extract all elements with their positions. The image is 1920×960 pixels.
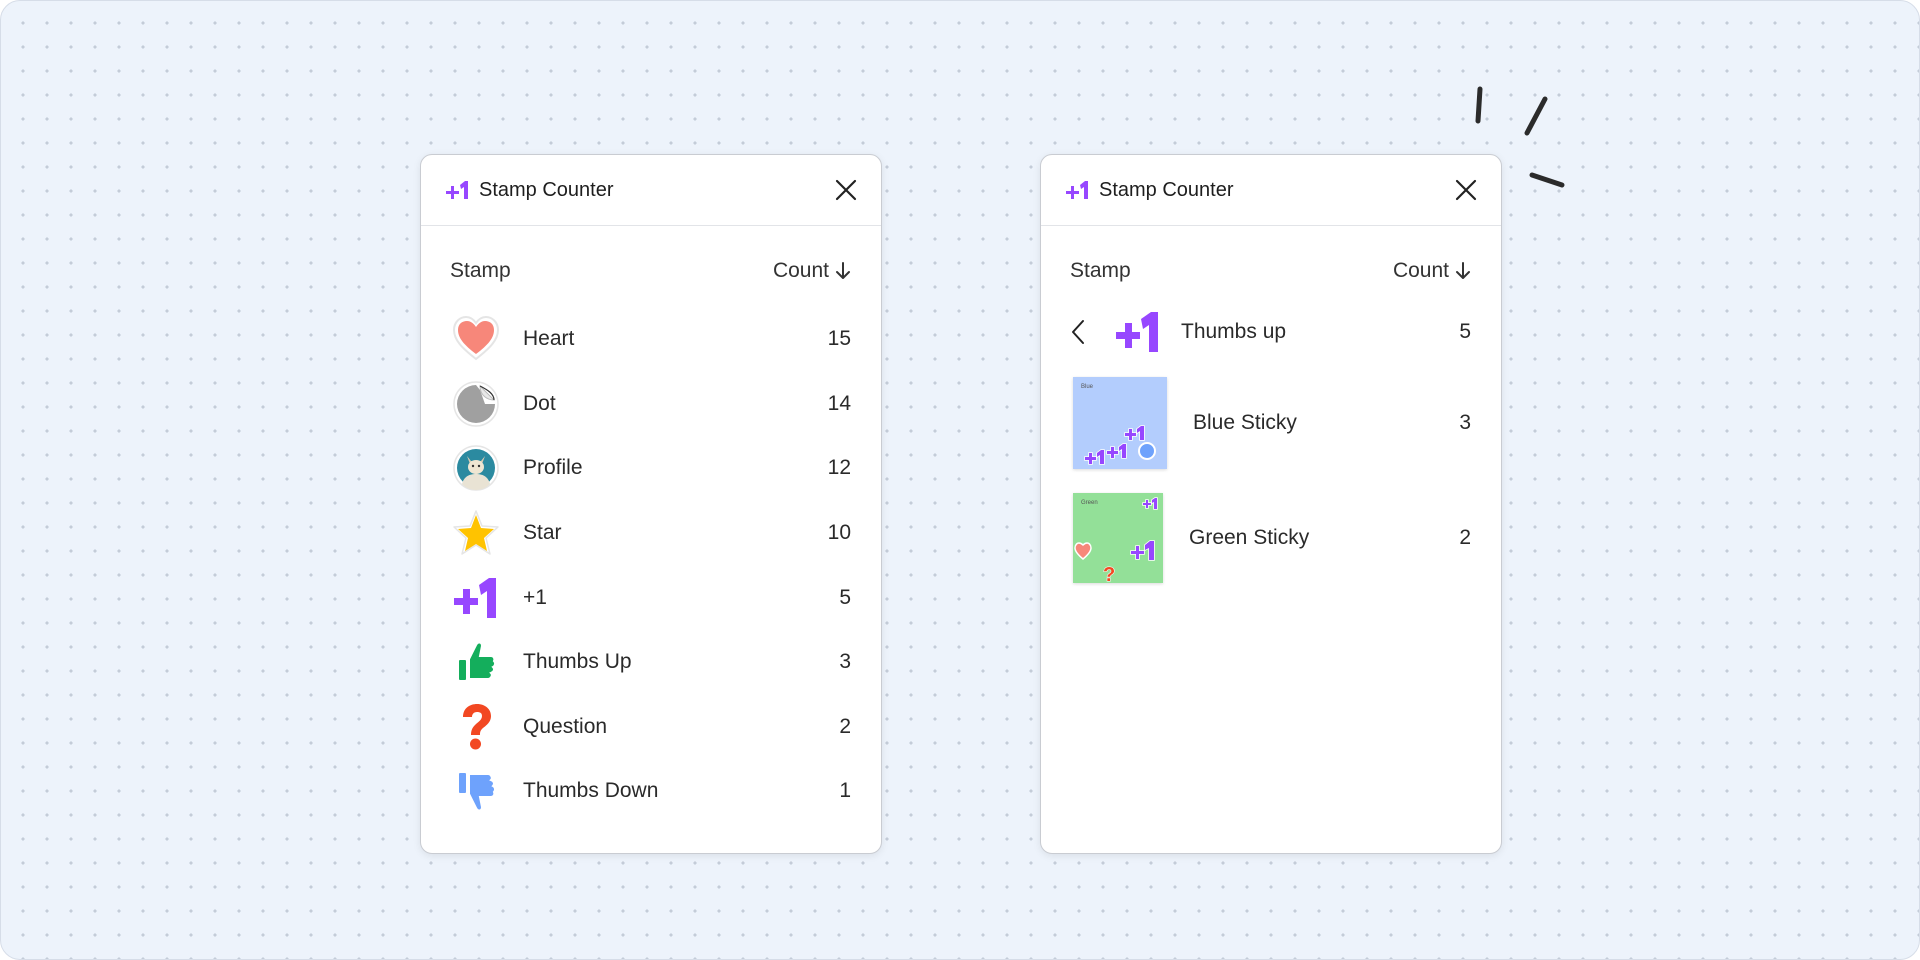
sticky-count: 2 [1459,526,1471,549]
profile-icon [453,445,499,492]
count-sort-button[interactable]: Count [1393,259,1471,283]
stamp-label: Dot [523,391,556,415]
arrow-down-icon [1456,262,1470,279]
selected-stamp-count: 5 [1459,320,1471,343]
stamp-row-heart[interactable]: Heart 15 [421,307,881,372]
star-icon [453,510,499,555]
stamp-row-question[interactable]: Question 2 [421,695,881,760]
canvas-background: Stamp Counter Stamp Count Heart 15 Dot 1… [0,0,1920,960]
stamp-count: 2 [839,714,851,738]
question-icon [461,702,493,751]
close-icon [835,179,857,201]
count-column-label: Count [772,259,829,282]
panel-title: Stamp Counter [479,178,614,201]
count-column-label: Count [1392,259,1449,282]
chevron-left-icon [1072,320,1084,344]
plus-one-icon [446,181,468,199]
stamp-label: Profile [523,456,583,480]
stamp-label: Star [523,521,562,545]
stamp-row-plus-one[interactable]: +1 5 [421,565,881,630]
stamp-counter-detail-panel: Stamp Counter Stamp Count Thumbs up 5 Bl… [1040,154,1502,854]
thumbs-down-icon [457,771,497,812]
stamp-column-label: Stamp [450,259,511,282]
stamp-row-dot[interactable]: Dot 14 [421,372,881,437]
stamp-row-thumbs-up[interactable]: Thumbs Up 3 [421,630,881,695]
stamp-count: 5 [839,585,851,609]
selected-stamp-header: Thumbs up 5 [1041,307,1501,357]
plus-one-icon [1066,181,1088,199]
stamp-column-label: Stamp [1070,259,1131,282]
stamp-count: 1 [839,779,851,803]
sticky-row-blue[interactable]: Blue Blue Sticky 3 [1041,377,1501,469]
stamp-count: 14 [827,391,851,415]
panel-header: Stamp Counter [421,155,881,226]
close-button[interactable] [833,177,859,203]
stamp-label: +1 [523,585,547,609]
heart-icon [452,316,500,361]
sticky-count: 3 [1459,411,1471,434]
sticky-label: Green Sticky [1189,526,1310,549]
thumbs-up-icon [457,641,497,683]
sticky-row-green[interactable]: Green ? Green Sticky 2 [1041,493,1501,583]
stamp-label: Question [523,714,608,738]
panel-title: Stamp Counter [1099,178,1234,201]
emphasis-marks [1475,86,1565,188]
sticky-thumbnail: Blue [1073,377,1167,469]
stamp-count: 15 [827,327,851,351]
svg-text:?: ? [1103,564,1115,583]
plus-one-icon [1114,310,1160,354]
stamp-count: 3 [839,650,851,674]
arrow-down-icon [836,262,850,279]
dot-icon [453,381,499,427]
count-sort-button[interactable]: Count [773,259,851,283]
stamp-count: 12 [827,456,851,480]
column-header: Stamp Count [421,256,881,286]
stamp-row-star[interactable]: Star 10 [421,501,881,566]
stamps-preview [1084,425,1156,465]
sticky-thumbnail: Green ? [1073,493,1163,583]
stamp-row-thumbs-down[interactable]: Thumbs Down 1 [421,759,881,824]
stamps-preview: ? [1074,497,1158,583]
back-button[interactable] [1071,317,1095,347]
stamp-label: Heart [523,327,575,351]
stamp-row-profile[interactable]: Profile 12 [421,436,881,501]
column-header: Stamp Count [1041,256,1501,286]
panel-header: Stamp Counter [1041,155,1501,226]
stamp-counter-panel: Stamp Counter Stamp Count Heart 15 Dot 1… [420,154,882,854]
stamp-label: Thumbs Down [523,779,659,803]
selected-stamp-label: Thumbs up [1181,320,1287,343]
sticky-label: Blue Sticky [1193,411,1297,434]
stamp-count: 10 [827,521,851,545]
stamp-label: Thumbs Up [523,650,632,674]
plus-one-icon [452,576,498,619]
